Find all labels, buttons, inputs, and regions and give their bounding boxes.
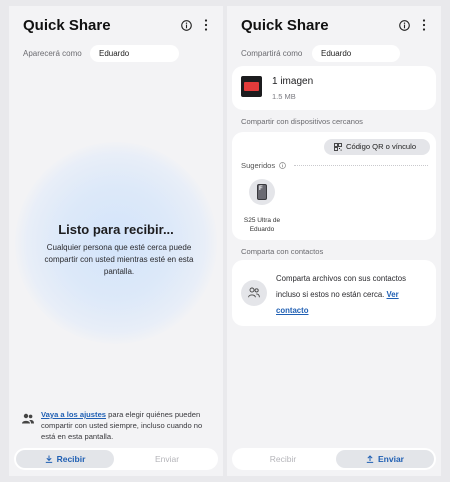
tab-receive[interactable]: Recibir xyxy=(234,450,332,468)
upload-icon xyxy=(366,455,374,463)
info-small-icon[interactable] xyxy=(279,162,287,169)
more-vert-icon[interactable] xyxy=(422,19,426,31)
header: Quick Share xyxy=(227,14,441,38)
ready-description: Cualquier persona que esté cerca puede c… xyxy=(44,243,194,276)
file-size: 1.5 MB xyxy=(272,92,296,101)
phone-icon: F xyxy=(257,184,267,200)
qr-code-icon xyxy=(334,143,342,151)
tab-send-label: Enviar xyxy=(154,454,180,464)
app-title: Quick Share xyxy=(23,17,111,34)
device-letter: F xyxy=(259,186,263,192)
settings-link[interactable]: Vaya a los ajustes xyxy=(41,410,106,419)
tab-receive-label: Recibir xyxy=(269,454,297,464)
header: Quick Share xyxy=(9,14,223,38)
file-card: 1 imagen 1.5 MB xyxy=(232,66,436,110)
contacts-avatar xyxy=(241,280,267,306)
info-icon[interactable] xyxy=(399,20,410,31)
receive-screen: Quick Share Aparecerá como Eduardo Listo… xyxy=(9,6,223,476)
mode-switch: Recibir Enviar xyxy=(14,448,218,470)
people-icon xyxy=(248,287,260,298)
ready-title: Listo para recibir... xyxy=(58,222,174,237)
suggested-label: Sugeridos xyxy=(241,161,287,170)
qr-link-button[interactable]: Código QR o vínculo xyxy=(324,139,430,155)
device-name-row: Compartirá como Eduardo xyxy=(227,44,441,64)
info-icon[interactable] xyxy=(181,20,192,31)
device-name-field[interactable]: Eduardo xyxy=(90,45,179,62)
divider xyxy=(294,165,428,166)
contacts-description: Comparta archivos con sus contactos incl… xyxy=(276,271,428,319)
device-name-field[interactable]: Eduardo xyxy=(312,45,400,62)
image-thumbnail xyxy=(241,76,262,97)
qr-button-label: Código QR o vínculo xyxy=(346,142,417,151)
tab-send-label: Enviar xyxy=(378,454,404,464)
nearby-section-label: Compartir con dispositivos cercanos xyxy=(241,117,363,126)
download-icon xyxy=(45,455,52,463)
appear-as-label: Aparecerá como xyxy=(23,49,82,58)
device-avatar[interactable]: F xyxy=(249,179,275,205)
mode-switch: Recibir Enviar xyxy=(232,448,436,470)
tab-send[interactable]: Enviar xyxy=(336,450,434,468)
tab-send[interactable]: Enviar xyxy=(118,450,216,468)
share-as-label: Compartirá como xyxy=(241,49,303,58)
tab-receive-label: Recibir xyxy=(56,454,86,464)
file-count: 1 imagen xyxy=(272,76,314,87)
nearby-devices-card: Código QR o vínculo Sugeridos F S25 Ultr… xyxy=(232,132,436,240)
device-name[interactable]: S25 Ultra de Eduardo xyxy=(237,216,287,234)
settings-hint: Vaya a los ajustes para elegir quiénes p… xyxy=(41,409,205,442)
contacts-card: Comparta archivos con sus contactos incl… xyxy=(232,260,436,326)
people-icon xyxy=(22,413,34,424)
tab-receive[interactable]: Recibir xyxy=(16,450,114,468)
send-screen: Quick Share Compartirá como Eduardo 1 im… xyxy=(227,6,441,476)
contacts-section-label: Comparta con contactos xyxy=(241,247,324,256)
more-vert-icon[interactable] xyxy=(204,19,208,31)
suggested-text: Sugeridos xyxy=(241,161,276,170)
device-name-row: Aparecerá como Eduardo xyxy=(9,44,223,64)
app-title: Quick Share xyxy=(241,17,329,34)
